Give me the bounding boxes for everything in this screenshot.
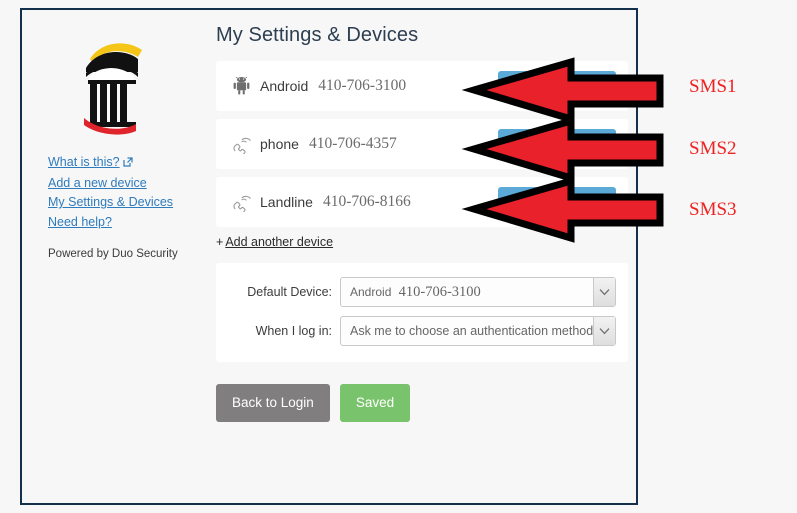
device-number: 410-706-3100 <box>318 77 407 94</box>
when-i-log-in-value: Ask me to choose an authentication metho… <box>350 324 594 338</box>
sidebar-links: What is this? Add a new device My Settin… <box>34 153 189 232</box>
default-device-value-device: Android <box>350 284 392 299</box>
when-i-log-in-row: When I log in: Ask me to choose an authe… <box>216 316 628 346</box>
when-i-log-in-select[interactable]: Ask me to choose an authentication metho… <box>340 316 616 346</box>
annotation-label-sms2: SMS2 <box>689 138 737 159</box>
default-device-value-number: 410-706-3100 <box>398 283 481 300</box>
back-to-login-button[interactable]: Back to Login <box>216 384 330 422</box>
device-action-button-2[interactable] <box>498 129 616 159</box>
default-device-select[interactable]: Android 410-706-3100 <box>340 277 616 307</box>
device-action-button-3[interactable] <box>498 187 616 217</box>
device-row-landline: Landline 410-706-8166 <box>216 177 628 227</box>
device-number: 410-706-4357 <box>308 135 397 152</box>
plus-icon: + <box>216 235 224 249</box>
device-name: phone <box>260 136 299 152</box>
default-device-value: Android 410-706-3100 <box>341 284 481 301</box>
university-column-logo <box>34 28 189 143</box>
sidebar-link-my-settings-devices[interactable]: My Settings & Devices <box>48 193 189 213</box>
duo-prompt-frame: What is this? Add a new device My Settin… <box>20 8 638 505</box>
powered-by-text: Powered by Duo Security <box>48 248 178 260</box>
button-bar: Back to Login Saved <box>216 384 628 422</box>
default-device-label: Default Device: <box>247 285 332 299</box>
add-another-device-label: Add another device <box>225 235 334 249</box>
phone-handset-icon <box>230 133 252 155</box>
annotation-label-sms3: SMS3 <box>689 199 737 220</box>
saved-button[interactable]: Saved <box>339 384 411 422</box>
when-i-log-in-label: When I log in: <box>255 324 332 338</box>
device-list: Android 410-706-3100 phone 410-706-4357 <box>216 61 628 227</box>
default-device-row: Default Device: Android 410-706-3100 <box>216 277 628 307</box>
column-logo-svg <box>83 42 142 135</box>
device-name: Landline <box>260 194 313 210</box>
device-action-button-1[interactable] <box>498 71 616 101</box>
external-link-icon <box>122 154 133 174</box>
sidebar-link-label: What is this? <box>48 155 120 169</box>
annotation-label-sms1: SMS1 <box>689 76 737 97</box>
device-row-phone: phone 410-706-4357 <box>216 119 628 169</box>
page-title: My Settings & Devices <box>216 24 419 46</box>
sidebar-link-what-is-this[interactable]: What is this? <box>48 153 189 174</box>
screenshot-root: What is this? Add a new device My Settin… <box>0 0 797 513</box>
add-another-device-link[interactable]: + Add another device <box>216 235 628 249</box>
sidebar: What is this? Add a new device My Settin… <box>34 28 189 260</box>
sidebar-link-add-a-new-device[interactable]: Add a new device <box>48 174 189 194</box>
android-robot-icon <box>230 75 252 97</box>
sidebar-link-need-help[interactable]: Need help? <box>48 213 189 233</box>
device-name: Android <box>260 78 309 94</box>
device-number: 410-706-8166 <box>322 193 411 210</box>
main-content: My Settings & Devices Android 410-706-31… <box>198 24 628 422</box>
settings-card: Default Device: Android 410-706-3100 Whe… <box>216 263 628 362</box>
chevron-down-icon[interactable] <box>593 317 615 345</box>
chevron-down-icon[interactable] <box>593 278 615 306</box>
device-row-android: Android 410-706-3100 <box>216 61 628 111</box>
phone-handset-icon <box>230 191 252 213</box>
